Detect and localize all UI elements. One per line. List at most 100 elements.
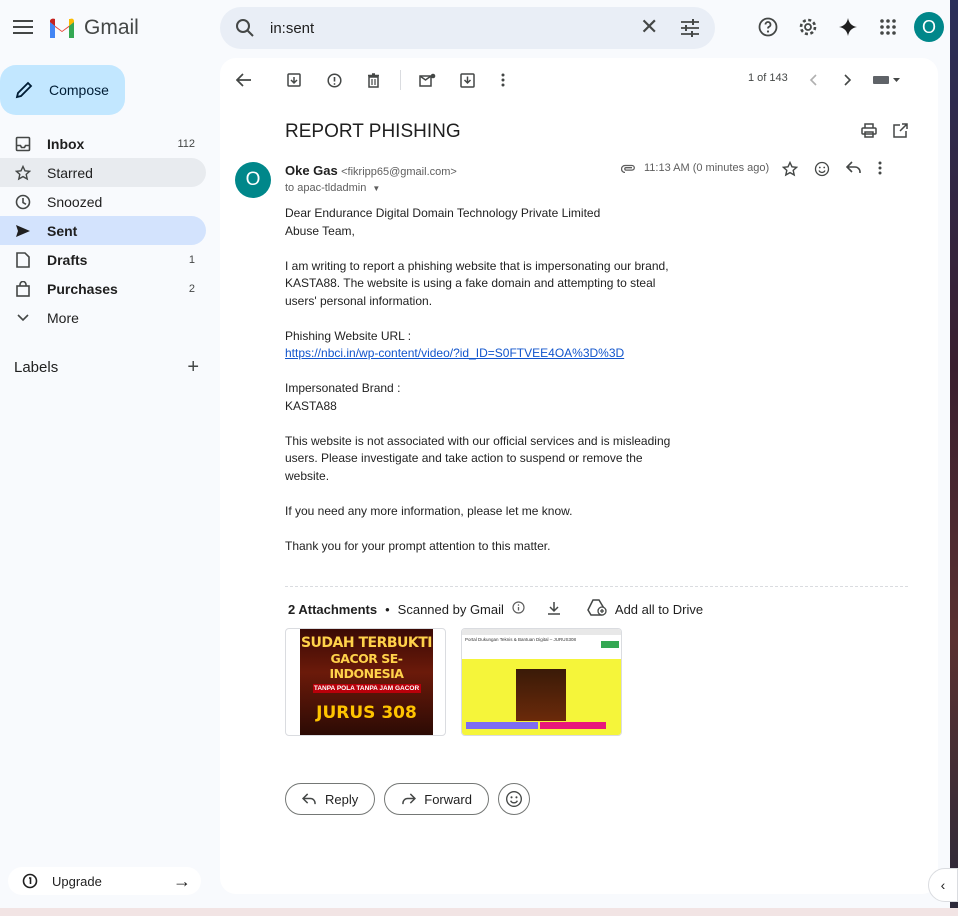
smiley-icon [505, 791, 522, 807]
star-email-icon[interactable] [781, 160, 799, 182]
more-options-icon[interactable] [493, 70, 513, 90]
pager-text: 1 of 143 [748, 72, 788, 84]
archive-icon[interactable] [284, 70, 304, 90]
sidebar-item-starred[interactable]: Starred [0, 158, 206, 187]
trash-icon[interactable] [363, 70, 383, 90]
url-label: Phishing Website URL : [285, 328, 412, 343]
send-icon [14, 222, 32, 240]
report-spam-icon[interactable] [324, 70, 344, 90]
input-tools-keyboard-icon[interactable] [872, 70, 904, 90]
apps-grid-icon[interactable] [874, 13, 902, 41]
site-register-bar [540, 722, 606, 729]
upgrade-badge-icon [22, 873, 38, 889]
desktop-background-edge [950, 0, 958, 916]
clear-search-icon[interactable]: ✕ [640, 16, 658, 38]
upgrade-button[interactable]: Upgrade → [8, 867, 201, 895]
greeting-line: Dear Endurance Digital Domain Technology… [285, 206, 601, 220]
sidebar-item-drafts[interactable]: Drafts 1 [0, 245, 206, 274]
sidebar-item-label: Purchases [47, 280, 118, 297]
phishing-url-link[interactable]: https://nbci.in/wp-content/video/?id_ID=… [285, 346, 624, 360]
info-icon[interactable] [512, 601, 525, 617]
attachment-thumbnail-1[interactable]: SUDAH TERBUKTI GACOR SE-INDONESIA TANPA … [285, 628, 446, 736]
newer-chevron-left-icon[interactable] [803, 70, 823, 90]
back-arrow-icon[interactable] [234, 70, 254, 90]
account-avatar[interactable]: O [914, 12, 944, 42]
print-icon[interactable] [861, 123, 877, 143]
reply-arrow-icon [302, 793, 316, 805]
sidebar-item-label: More [47, 309, 79, 326]
labels-section: Labels + [14, 356, 199, 379]
bag-icon [14, 280, 32, 298]
recipient-line[interactable]: to apac-tldadmin ▼ [285, 182, 380, 194]
gmail-m-icon [50, 18, 74, 38]
gmail-logo[interactable]: Gmail [48, 16, 139, 40]
move-to-icon[interactable] [457, 70, 477, 90]
arrow-right-icon: → [173, 871, 191, 891]
add-reaction-icon[interactable] [814, 161, 830, 182]
sidebar-item-label: Starred [47, 164, 93, 181]
search-options-icon[interactable] [680, 19, 700, 37]
upgrade-label: Upgrade [52, 873, 102, 889]
sidebar-item-count: 1 [188, 253, 195, 266]
sidebar-item-count: 112 [177, 137, 195, 150]
attachment-image-1: SUDAH TERBUKTI GACOR SE-INDONESIA TANPA … [300, 629, 433, 735]
promo-subheadline: GACOR SE-INDONESIA [329, 651, 404, 681]
body-paragraph-4: Thank you for your prompt attention to t… [285, 538, 551, 553]
email-view: 1 of 143 REPORT PHISHING O Oke Gas <fikr… [220, 58, 938, 894]
forward-label: Forward [424, 791, 472, 807]
add-to-drive-icon[interactable] [587, 599, 607, 619]
sidebar-nav: Inbox 112 Starred Snoozed Sent Drafts 1 … [0, 129, 206, 332]
add-all-to-drive-label[interactable]: Add all to Drive [615, 602, 703, 617]
compose-button[interactable]: Compose [0, 65, 125, 115]
attachments-header: 2 Attachments • Scanned by Gmail Add all… [288, 599, 703, 619]
email-more-icon[interactable] [878, 161, 882, 182]
email-time: 11:13 AM (0 minutes ago) [644, 162, 770, 174]
brand-value: KASTA88 [285, 398, 337, 413]
taskbar-edge [0, 908, 958, 916]
add-label-icon[interactable]: + [187, 356, 199, 379]
reply-button[interactable]: Reply [285, 783, 376, 815]
sender-avatar[interactable]: O [235, 162, 271, 198]
gemini-sparkle-icon[interactable] [834, 13, 862, 41]
sender-name[interactable]: Oke Gas [285, 163, 338, 178]
settings-gear-icon[interactable] [794, 13, 822, 41]
search-input[interactable]: in:sent [270, 20, 314, 37]
site-yellow-panel [462, 659, 621, 735]
attachments-divider [285, 586, 908, 587]
open-new-window-icon[interactable] [893, 123, 908, 143]
sidebar-item-inbox[interactable]: Inbox 112 [0, 129, 206, 158]
main-menu-button[interactable] [12, 17, 34, 39]
separator-dot: • [385, 601, 390, 617]
email-body: Dear Endurance Digital Domain Technology… [285, 205, 685, 573]
body-paragraph-2: This website is not associated with our … [285, 433, 671, 483]
download-all-icon[interactable] [547, 601, 561, 618]
email-toolbar: 1 of 143 [220, 58, 938, 102]
sidebar-item-snoozed[interactable]: Snoozed [0, 187, 206, 216]
sidebar-item-more[interactable]: More [0, 303, 206, 332]
caret-down-icon[interactable]: ▼ [372, 184, 380, 193]
search-bar[interactable]: in:sent ✕ [220, 7, 715, 49]
forward-button[interactable]: Forward [384, 783, 489, 815]
promo-tagline: TANPA POLA TANPA JAM GACOR [312, 684, 421, 693]
older-chevron-right-icon[interactable] [838, 70, 858, 90]
help-icon[interactable] [754, 13, 782, 41]
mark-unread-icon[interactable] [417, 70, 437, 90]
reply-icon[interactable] [845, 161, 862, 182]
sidebar-item-sent[interactable]: Sent [0, 216, 206, 245]
sidebar-item-count: 2 [188, 282, 195, 295]
attachment-thumbnail-2[interactable]: Portal Dukungan Teknis & Bantuan Digital… [461, 628, 622, 736]
site-button [601, 641, 619, 648]
draft-icon [14, 251, 32, 269]
site-login-bar [466, 722, 538, 729]
chevron-down-icon [14, 309, 32, 327]
sidebar-item-purchases[interactable]: Purchases 2 [0, 274, 206, 303]
recipient-text: to apac-tldadmin [285, 182, 367, 194]
side-panel-toggle-icon[interactable]: ‹ [928, 868, 958, 902]
emoji-reaction-button[interactable] [497, 783, 530, 815]
site-banner [516, 669, 566, 721]
reply-label: Reply [325, 791, 359, 807]
attachment-image-2: Portal Dukungan Teknis & Bantuan Digital… [462, 629, 621, 735]
search-icon[interactable] [235, 18, 255, 38]
sidebar-item-label: Sent [47, 222, 78, 239]
sender-email[interactable]: <fikripp65@gmail.com> [341, 166, 457, 178]
